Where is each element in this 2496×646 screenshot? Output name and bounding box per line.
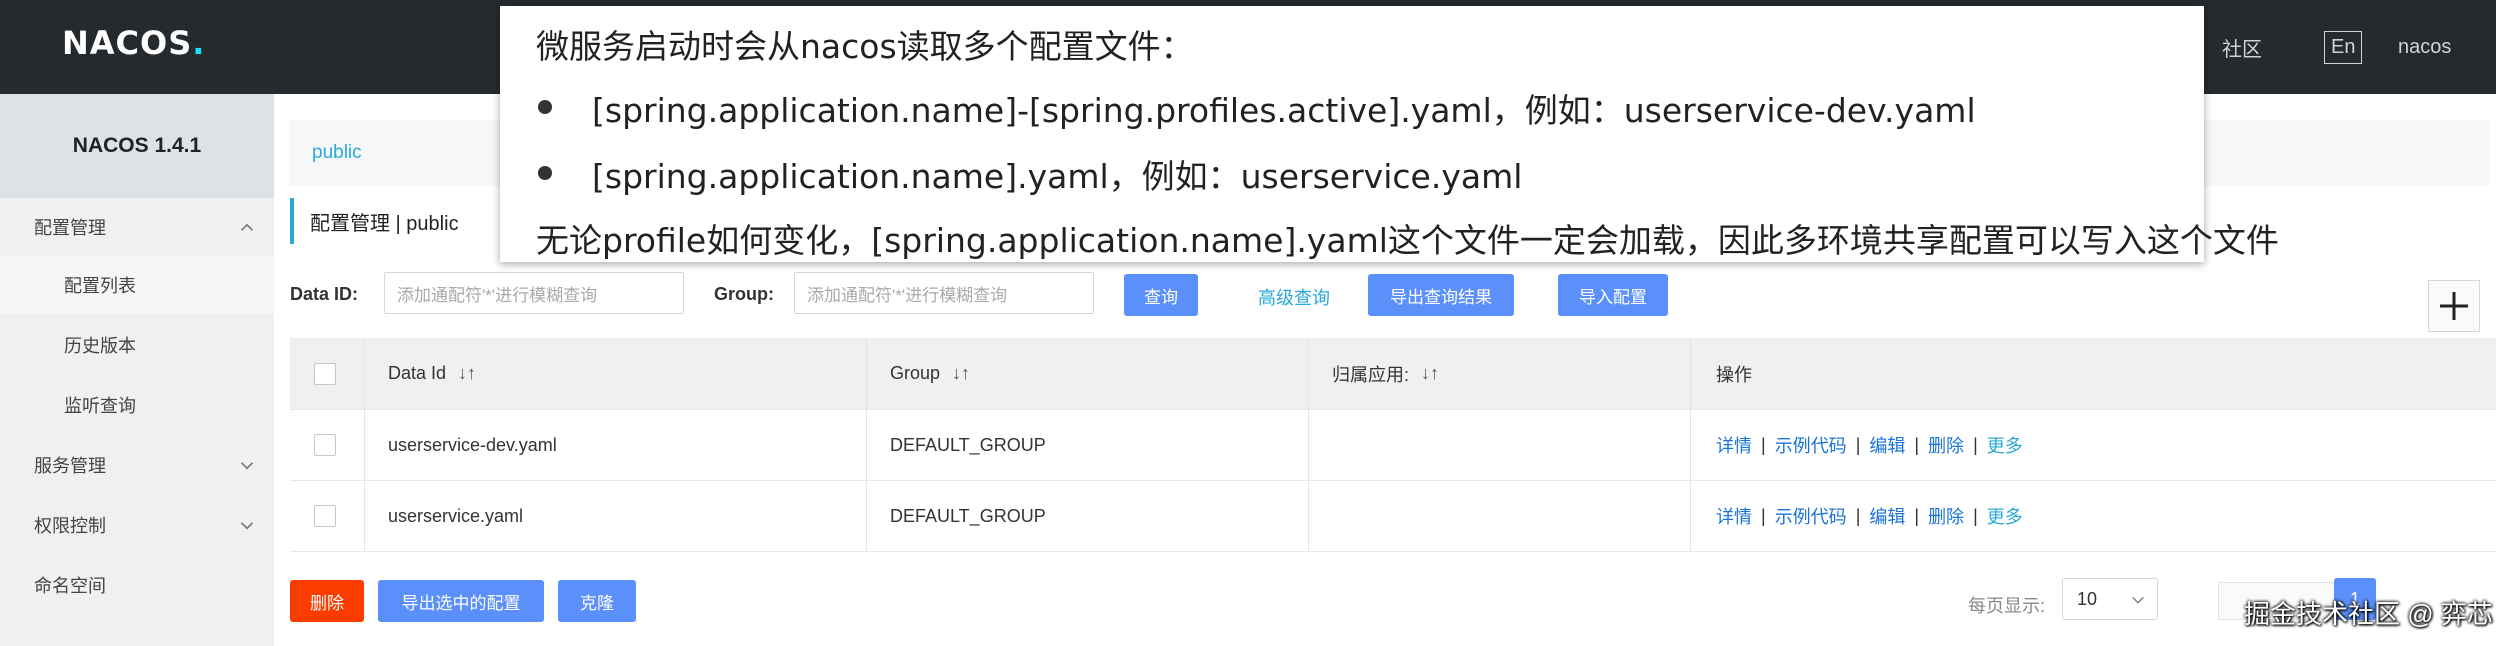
sidebar-item-listener-query[interactable]: 监听查询 [0,376,274,434]
table-row: userservice-dev.yaml DEFAULT_GROUP 详情 | 示… [290,410,2496,481]
header-data-id[interactable]: Data Id ↓↑ [388,338,476,409]
page-size-select[interactable]: 10 [2062,578,2158,620]
export-selected-button[interactable]: 导出选中的配置 [378,580,544,622]
data-id-input[interactable]: 添加通配符'*'进行模糊查询 [384,272,684,314]
group-input[interactable]: 添加通配符'*'进行模糊查询 [794,272,1094,314]
namespace-public-link[interactable]: public [312,142,362,164]
header-operations: 操作 [1716,364,1752,385]
sidebar-item-access-control[interactable]: 权限控制 [0,496,274,554]
sample-code-link[interactable]: 示例代码 [1775,432,1847,458]
note-bullet-1: [spring.application.name]-[spring.profil… [592,91,1976,130]
sidebar-item-history[interactable]: 历史版本 [0,316,274,374]
sidebar-item-service-management[interactable]: 服务管理 [0,436,274,494]
nacos-logo[interactable]: NACOS. [62,24,205,62]
detail-link[interactable]: 详情 [1716,432,1752,458]
data-id-label: Data ID: [290,284,359,304]
cell-operations: 详情 | 示例代码 | 编辑 | 删除 | 更多 [1716,410,2023,480]
note-intro: 微服务启动时会从nacos读取多个配置文件： [536,27,1194,66]
delete-link[interactable]: 删除 [1928,503,1964,529]
chevron-up-icon [240,223,254,231]
detail-link[interactable]: 详情 [1716,503,1752,529]
bullet-dot [538,100,552,114]
user-menu[interactable]: nacos [2398,0,2451,94]
header-app[interactable]: 归属应用: ↓↑ [1332,338,1439,409]
delete-link[interactable]: 删除 [1928,432,1964,458]
chevron-down-icon [2132,596,2144,604]
sidebar-item-config-management[interactable]: 配置管理 [0,198,274,256]
sample-code-link[interactable]: 示例代码 [1775,503,1847,529]
config-table: Data Id ↓↑ Group ↓↑ 归属应用: ↓↑ 操作 userservice… [290,338,2496,552]
chevron-down-icon [240,522,254,530]
select-all-checkbox-cell [314,338,336,409]
plus-icon [2440,292,2468,320]
note-bullet-2: [spring.application.name].yaml，例如：userse… [592,157,1523,196]
watermark: 掘金技术社区 @ 弈芯 [2244,599,2493,629]
edit-link[interactable]: 编辑 [1869,432,1905,458]
language-toggle[interactable]: En [2324,0,2363,94]
sidebar-item-config-list[interactable]: 配置列表 [0,256,274,314]
annotation-note: 微服务启动时会从nacos读取多个配置文件： [spring.applicati… [500,6,2279,262]
select-all-checkbox[interactable] [314,362,336,385]
cell-data-id: userservice.yaml [388,505,524,526]
cell-group: DEFAULT_GROUP [890,505,1046,526]
sort-icon[interactable]: ↓↑ [1421,363,1439,384]
sidebar: NACOS 1.4.1 配置管理 配置列表 历史版本 监听查询 服务管理 权限控… [0,94,274,646]
import-config-button[interactable]: 导入配置 [1558,274,1668,316]
export-results-button[interactable]: 导出查询结果 [1368,274,1514,316]
chevron-down-icon [240,462,254,470]
query-button[interactable]: 查询 [1124,274,1198,316]
row-checkbox[interactable] [314,505,336,527]
clone-button[interactable]: 克隆 [558,580,636,622]
table-header-row: Data Id ↓↑ Group ↓↑ 归属应用: ↓↑ 操作 [290,338,2496,410]
delete-selected-button[interactable]: 删除 [290,580,364,622]
cell-data-id: userservice-dev.yaml [388,434,557,455]
cell-group: DEFAULT_GROUP [890,434,1046,455]
note-summary: 无论profile如何变化，[spring.application.name].… [536,221,2279,260]
group-label: Group: [714,284,774,304]
sort-icon[interactable]: ↓↑ [458,363,476,384]
bullet-dot [538,166,552,180]
more-link[interactable]: 更多 [1987,503,2023,529]
sidebar-version: NACOS 1.4.1 [0,94,274,198]
breadcrumb: 配置管理 | public [290,198,459,244]
page-size-label: 每页显示: [1968,596,2046,616]
header-group[interactable]: Group ↓↑ [890,338,970,409]
row-checkbox[interactable] [314,434,336,456]
advanced-query-link[interactable]: 高级查询 [1258,284,1330,310]
edit-link[interactable]: 编辑 [1869,503,1905,529]
add-config-button[interactable] [2428,280,2480,332]
sort-icon[interactable]: ↓↑ [952,363,970,384]
sidebar-item-namespace[interactable]: 命名空间 [0,556,274,614]
table-row: userservice.yaml DEFAULT_GROUP 详情 | 示例代码 |… [290,481,2496,552]
nav-community-link[interactable]: 社区 [2222,0,2262,94]
cell-operations: 详情 | 示例代码 | 编辑 | 删除 | 更多 [1716,481,2023,551]
more-link[interactable]: 更多 [1987,432,2023,458]
